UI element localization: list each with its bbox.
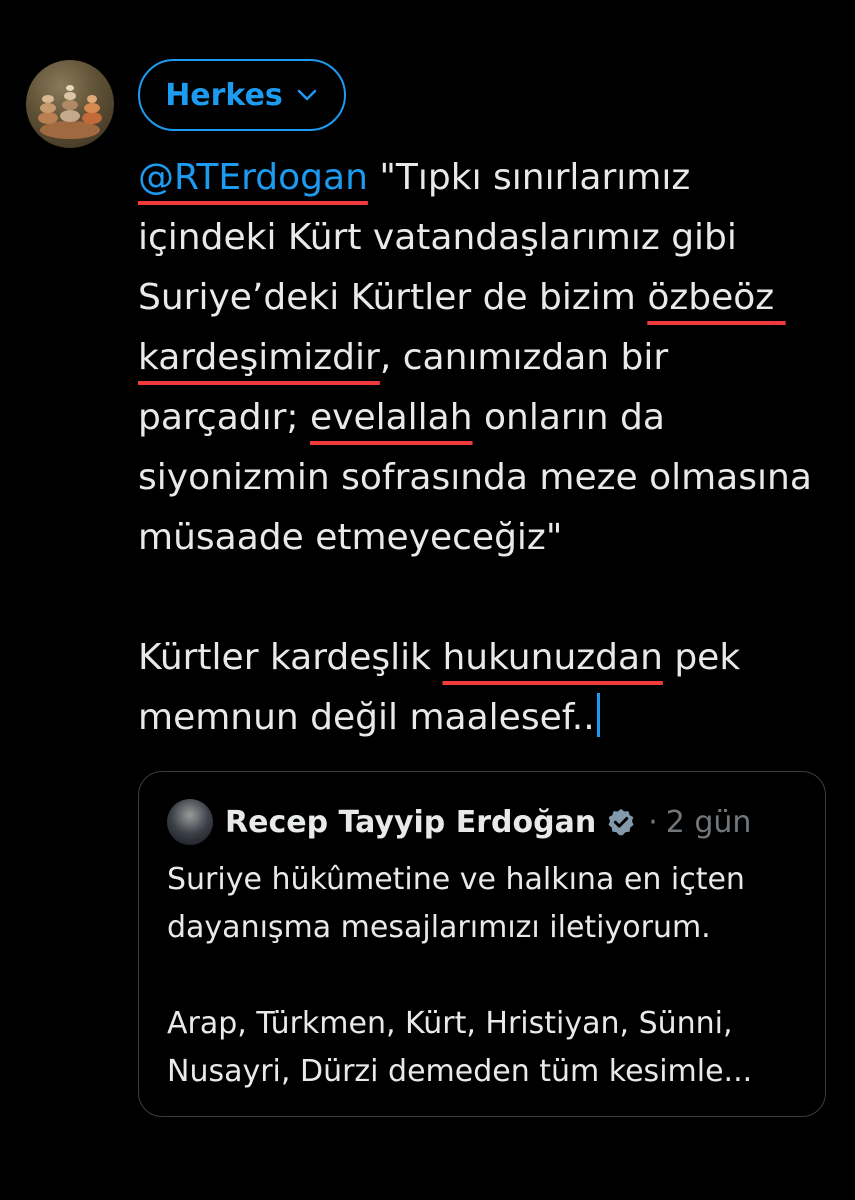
audience-label: Herkes bbox=[165, 77, 283, 113]
audience-selector-button[interactable]: Herkes bbox=[138, 59, 346, 131]
mention-link[interactable]: @RTErdogan bbox=[138, 157, 368, 198]
user-avatar[interactable] bbox=[26, 60, 114, 148]
annotated-phrase: hukunuzdan bbox=[442, 637, 663, 678]
stacked-stones-image bbox=[38, 85, 102, 139]
quoted-tweet-text: Suriye hükûmetine ve halkına en içten da… bbox=[167, 862, 753, 1089]
annotated-phrase: evelallah bbox=[310, 397, 473, 438]
compose-textarea[interactable]: @RTErdogan "Tıpkı sınırlarımız içindeki … bbox=[138, 148, 838, 748]
quoted-author-avatar[interactable] bbox=[167, 799, 213, 845]
compose-text-segment: onların da siyonizmin sofrasında meze ol… bbox=[138, 397, 812, 678]
quoted-author-name[interactable]: Recep Tayyip Erdoğan bbox=[225, 805, 596, 840]
text-cursor bbox=[596, 693, 600, 737]
chevron-down-icon bbox=[297, 89, 317, 101]
quoted-timestamp[interactable]: 2 gün bbox=[666, 805, 752, 840]
quoted-tweet-header: Recep Tayyip Erdoğan · 2 gün bbox=[167, 798, 751, 846]
quoted-tweet-card[interactable]: Recep Tayyip Erdoğan · 2 gün Suriye hükû… bbox=[138, 771, 826, 1117]
meta-separator: · bbox=[648, 804, 658, 840]
verified-badge-icon bbox=[608, 808, 634, 836]
